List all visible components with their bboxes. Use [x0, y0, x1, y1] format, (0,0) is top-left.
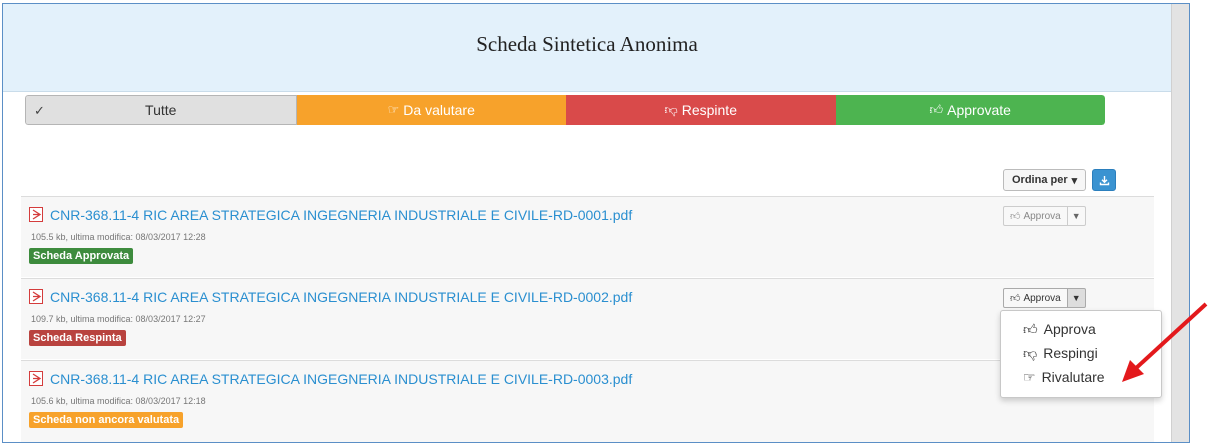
filter-to-evaluate-label: Da valutare [403, 102, 475, 118]
pdf-file-icon [29, 207, 43, 222]
hand-point-right-icon: ☞ [1023, 368, 1036, 385]
document-link[interactable]: CNR-368.11-4 RIC AREA STRATEGICA INGEGNE… [50, 289, 632, 305]
page-header: Scheda Sintetica Anonima [3, 4, 1171, 92]
filter-approved-label: Approvate [947, 102, 1011, 118]
document-row: CNR-368.11-4 RIC AREA STRATEGICA INGEGNE… [21, 360, 1154, 442]
caret-down-icon: ▾ [1071, 174, 1078, 187]
sort-toolbar: Ordina per ▾ [1003, 169, 1117, 191]
approve-button[interactable]: 👍︎ Approva [1003, 288, 1068, 308]
status-badge: Scheda Approvata [29, 248, 134, 264]
pdf-file-icon [29, 289, 43, 304]
hand-point-right-icon: ☞ [387, 102, 400, 117]
filter-all-button[interactable]: ✓ Tutte [25, 95, 297, 125]
download-button[interactable] [1092, 169, 1117, 191]
sort-label: Ordina per [1012, 174, 1068, 186]
approve-button[interactable]: 👍︎ Approva [1003, 206, 1068, 226]
document-meta: 105.6 kb, ultima modifica: 08/03/2017 12… [31, 396, 206, 406]
filter-all-label: Tutte [145, 102, 177, 118]
document-meta: 109.7 kb, ultima modifica: 08/03/2017 12… [31, 314, 206, 324]
menu-item-approve-label: Approva [1043, 321, 1096, 337]
approve-label: Approva [1023, 210, 1061, 222]
annotation-arrow-icon [1122, 302, 1208, 382]
approve-dropdown-toggle[interactable]: ▼ [1067, 206, 1086, 226]
approve-label: Approva [1023, 292, 1061, 304]
document-link[interactable]: CNR-368.11-4 RIC AREA STRATEGICA INGEGNE… [50, 207, 632, 223]
approve-dropdown-toggle[interactable]: ▼ [1067, 288, 1086, 308]
caret-down-icon: ▼ [1071, 211, 1081, 221]
thumbs-down-icon: 👎︎ [664, 102, 678, 117]
download-icon [1099, 175, 1109, 185]
sort-button[interactable]: Ordina per ▾ [1003, 169, 1087, 191]
menu-item-reject-label: Respingi [1043, 345, 1098, 361]
menu-item-reevaluate-label: Rivalutare [1041, 369, 1105, 385]
filter-to-evaluate-button[interactable]: ☞ Da valutare [296, 95, 566, 125]
filter-approved-button[interactable]: 👍︎ Approvate [835, 95, 1105, 125]
thumbs-up-icon: 👍︎ [1010, 293, 1021, 304]
status-filter-bar: ✓ Tutte ☞ Da valutare 👎︎ Respinte 👍︎ App… [25, 95, 1105, 125]
status-badge: Scheda non ancora valutata [29, 412, 184, 428]
status-badge: Scheda Respinta [29, 330, 126, 346]
document-meta: 105.5 kb, ultima modifica: 08/03/2017 12… [31, 232, 206, 242]
check-icon: ✓ [34, 103, 45, 118]
thumbs-up-icon: 👍︎ [1023, 320, 1038, 337]
filter-rejected-label: Respinte [681, 102, 737, 118]
caret-down-icon: ▼ [1071, 293, 1081, 303]
document-row: CNR-368.11-4 RIC AREA STRATEGICA INGEGNE… [21, 278, 1154, 359]
filter-rejected-button[interactable]: 👎︎ Respinte [566, 95, 836, 125]
document-link[interactable]: CNR-368.11-4 RIC AREA STRATEGICA INGEGNE… [50, 371, 632, 387]
approve-split-button: 👍︎ Approva ▼ [1003, 288, 1086, 308]
thumbs-up-icon: 👍︎ [1010, 211, 1021, 222]
page-title: Scheda Sintetica Anonima [476, 32, 698, 56]
thumbs-down-icon: 👎︎ [1023, 344, 1038, 361]
document-row: CNR-368.11-4 RIC AREA STRATEGICA INGEGNE… [21, 196, 1154, 277]
pdf-file-icon [29, 371, 43, 386]
thumbs-up-icon: 👍︎ [929, 102, 944, 117]
approve-split-button: 👍︎ Approva ▼ [1003, 206, 1086, 226]
